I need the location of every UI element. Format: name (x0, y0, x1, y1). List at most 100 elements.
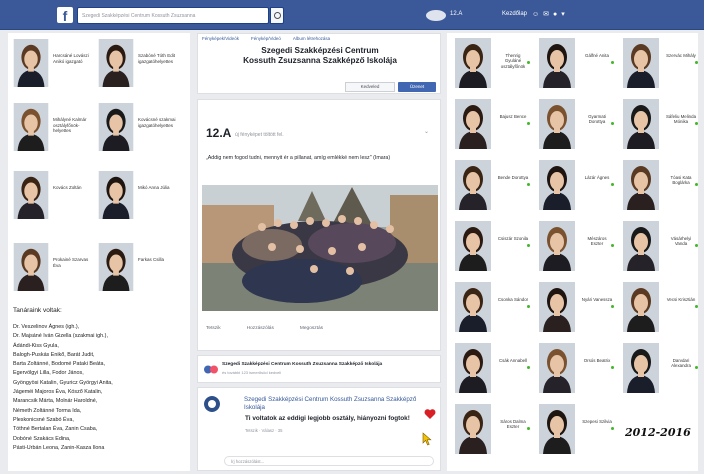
like-button[interactable]: Tetszik (206, 326, 221, 331)
liked-button[interactable]: Kedveled (345, 82, 395, 92)
staff-tile[interactable]: Prokainé Szarvas Éva (13, 243, 88, 291)
student-tile[interactable]: Csiszár Szonila (455, 220, 530, 272)
facebook-logo-icon[interactable]: f (57, 7, 73, 24)
student-tile[interactable]: Szepesi Szilvia (539, 403, 614, 455)
profile-link[interactable]: 12.A (450, 11, 462, 17)
page-header: Fényképek/Videók Fénykép/Videó Album lét… (197, 33, 441, 94)
message-button[interactable]: Üzenet (398, 82, 436, 92)
staff-name: Mihályné Kalmár osztályfőnök-helyettes (53, 117, 87, 134)
teacher-item: Jágeméi Majoros Éva, Kósző Katalin, (13, 389, 103, 396)
student-tile[interactable]: Vecsi Krisztián (623, 281, 698, 333)
avatar[interactable] (426, 10, 446, 21)
more-options-icon[interactable]: ⌄ (424, 128, 432, 135)
post: 12.A új fényképet töltött fel. ⌄ „Addig … (197, 99, 441, 351)
student-name: Vecsi Krisztián (666, 297, 696, 302)
staff-tile[interactable]: Szabóné Tóth Edit igazgatóhelyettes (98, 39, 175, 87)
student-tile[interactable]: Csonka Sándor (455, 281, 530, 333)
write-comment-input[interactable]: Írj hozzászólást... (224, 456, 434, 466)
student-name: Tóasi Kata Boglárka (670, 175, 692, 186)
teacher-list: Dr. Veszelinov Ágnes (igh.), Dr. Majsáné … (13, 323, 187, 453)
student-tile[interactable]: Bajusz Bence (455, 98, 530, 150)
student-name: Orsós Beatrix (583, 358, 611, 363)
student-name: Gálfné Anita (585, 53, 609, 58)
student-tile[interactable]: Orsós Beatrix (539, 342, 614, 394)
student-tile[interactable]: Vásárhelyi Vanda (623, 220, 698, 272)
online-status-icon (611, 122, 614, 125)
online-status-icon (527, 366, 530, 369)
teacher-item: Pásti-Urbán Leona, Zanin-Kasza Ilona (13, 444, 105, 451)
student-tile[interactable]: Lázár Ágnes (539, 159, 614, 211)
student-tile[interactable]: Tóasi Kata Boglárka (623, 159, 698, 211)
student-tile[interactable]: Bende Dorottya (455, 159, 530, 211)
reactions-title[interactable]: Szegedi Szakképzési Centrum Kossuth Zsuz… (222, 362, 382, 367)
notification-icons[interactable]: ☺✉●▾ (532, 10, 569, 18)
staff-name: Farkas Csilla (138, 257, 165, 262)
reactions-icon (204, 365, 218, 374)
student-portrait (455, 342, 491, 394)
share-button[interactable]: Megosztás (300, 326, 323, 331)
post-quote: „Addig nem fogod tudni, mennyit ér a pil… (206, 155, 372, 161)
student-name: Thenrig Gyuláné osztályfőnök (500, 53, 526, 69)
student-tile[interactable]: Sáfeliu Melinda Mónika (623, 98, 698, 150)
page-title-line2: Kossuth Zsuzsanna Szakképző Iskolája (243, 56, 397, 65)
staff-tile[interactable]: Kovácsné szakmai igazgatóhelyettes (98, 103, 176, 151)
commenter-avatar[interactable] (204, 396, 220, 412)
staff-portrait (13, 103, 49, 151)
reactions-row: Szegedi Szakképzési Centrum Kossuth Zsuz… (197, 355, 441, 383)
student-tile[interactable]: Darvdari Alexandra (623, 342, 698, 394)
student-name: Gyarmati Dorottya (588, 114, 606, 125)
comment-meta[interactable]: Tetszik · Válasz · 35 (245, 428, 282, 433)
staff-tile[interactable]: Kovács Zoltán (13, 171, 82, 219)
post-author[interactable]: 12.A (206, 126, 231, 140)
student-portrait (539, 159, 575, 211)
student-portrait (455, 403, 491, 455)
staff-portrait (98, 171, 134, 219)
student-portrait (455, 159, 491, 211)
staff-portrait (13, 171, 49, 219)
student-tile[interactable]: Mészáros Eszter (539, 220, 614, 272)
online-status-icon (695, 183, 698, 186)
student-name: Lázár Ágnes (584, 175, 610, 180)
student-portrait (623, 342, 659, 394)
student-name: Bajusz Bence (499, 114, 527, 119)
student-name: Sáros Dalma Eszter (500, 419, 526, 430)
page-title[interactable]: Szegedi Szakképzési Centrum Kossuth Zsuz… (198, 46, 442, 66)
comment-button[interactable]: Hozzászólás (247, 326, 274, 331)
teacher-item: Dr. Majsáné Iván Gizella (szakmai igh.), (13, 333, 108, 340)
teachers-title: Tanáraink voltak: (13, 307, 62, 314)
staff-tile[interactable]: Mihályné Kalmár osztályfőnök-helyettes (13, 103, 87, 151)
search-icon[interactable] (270, 7, 284, 24)
staff-name: Kovács Zoltán (53, 185, 82, 190)
student-portrait (539, 403, 575, 455)
student-tile[interactable]: Sáros Dalma Eszter (455, 403, 530, 455)
staff-tile[interactable]: Farkas Csilla (98, 243, 164, 291)
student-tile[interactable]: Thenrig Gyuláné osztályfőnök (455, 37, 530, 89)
student-name: Vásárhelyi Vanda (670, 236, 692, 247)
student-name: Nyári Vanessza (581, 297, 613, 302)
staff-name: Szabóné Tóth Edit igazgatóhelyettes (138, 53, 175, 64)
student-tile[interactable]: Nyári Vanessza (539, 281, 614, 333)
student-tile[interactable]: Szervác Mihály (623, 37, 698, 89)
teacher-item: Tóthné Bertalan Éva, Zanin Csaba, (13, 426, 98, 433)
page-tabs: Fényképek/Videók Fénykép/Videó Album lét… (202, 36, 330, 41)
student-tile[interactable]: Gyarmati Dorottya (539, 98, 614, 150)
teacher-item: Balogh-Puskás Enikő, Barát Judit, (13, 351, 95, 358)
staff-tile[interactable]: Mikó Anna Júlia (98, 171, 170, 219)
home-link[interactable]: Kezdőlap (502, 11, 527, 17)
search-input[interactable]: Szegedi Szakképzési Centrum Kossuth Zsuz… (77, 7, 269, 24)
staff-name: Kovácsné szakmai igazgatóhelyettes (138, 117, 176, 128)
comment-text: Ti voltatok az eddigi legjobb osztály, h… (245, 415, 410, 422)
class-photo[interactable] (202, 185, 438, 311)
facebook-page: Fényképek/Videók Fénykép/Videó Album lét… (197, 33, 441, 471)
student-tile[interactable]: Gálfné Anita (539, 37, 614, 89)
student-portrait (455, 37, 491, 89)
tab-photos-videos[interactable]: Fényképek/Videók (202, 36, 239, 41)
commenter-name[interactable]: Szegedi Szakképzési Centrum Kossuth Zsuz… (244, 396, 424, 412)
teacher-item: Egervölgyi Lilla, Fodor János, (13, 370, 84, 377)
student-tile[interactable]: Csák Annabell (455, 342, 530, 394)
tab-create-album[interactable]: Album létrehozása (293, 36, 330, 41)
online-status-icon (527, 122, 530, 125)
staff-tile[interactable]: Harcsáné Lovászi Anikó igazgató (13, 39, 89, 87)
tab-photo-video[interactable]: Fénykép/Videó (251, 36, 281, 41)
student-name: Bende Dorottya (497, 175, 529, 180)
